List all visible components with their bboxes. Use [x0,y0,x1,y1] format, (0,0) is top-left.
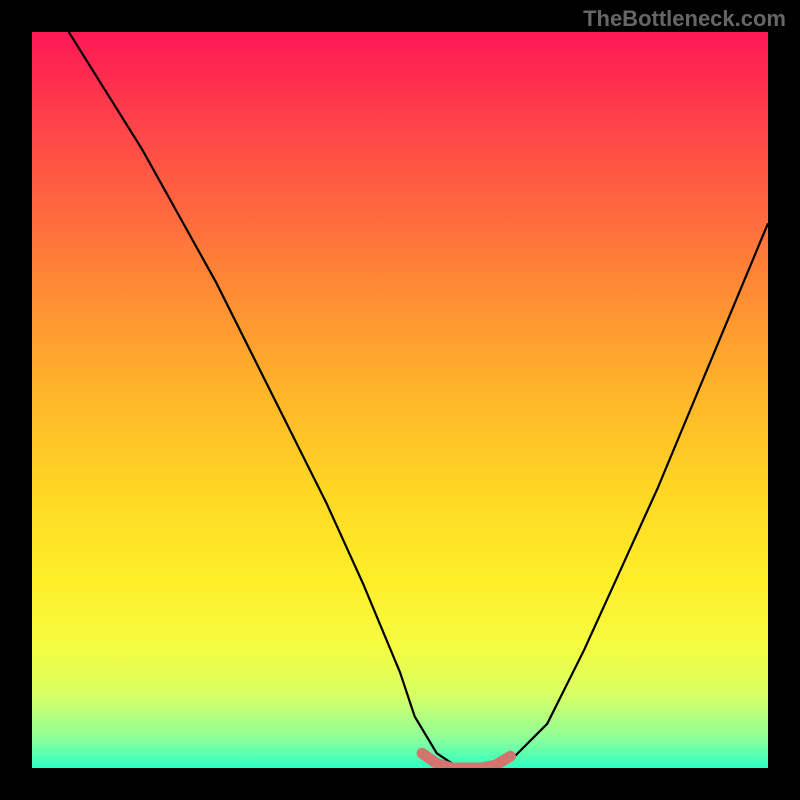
chart-bottom-band [32,746,768,768]
bottleneck-curve-line [69,32,768,768]
watermark-label: TheBottleneck.com [583,6,786,32]
chart-svg [32,32,768,768]
chart-plot-area [32,32,768,768]
